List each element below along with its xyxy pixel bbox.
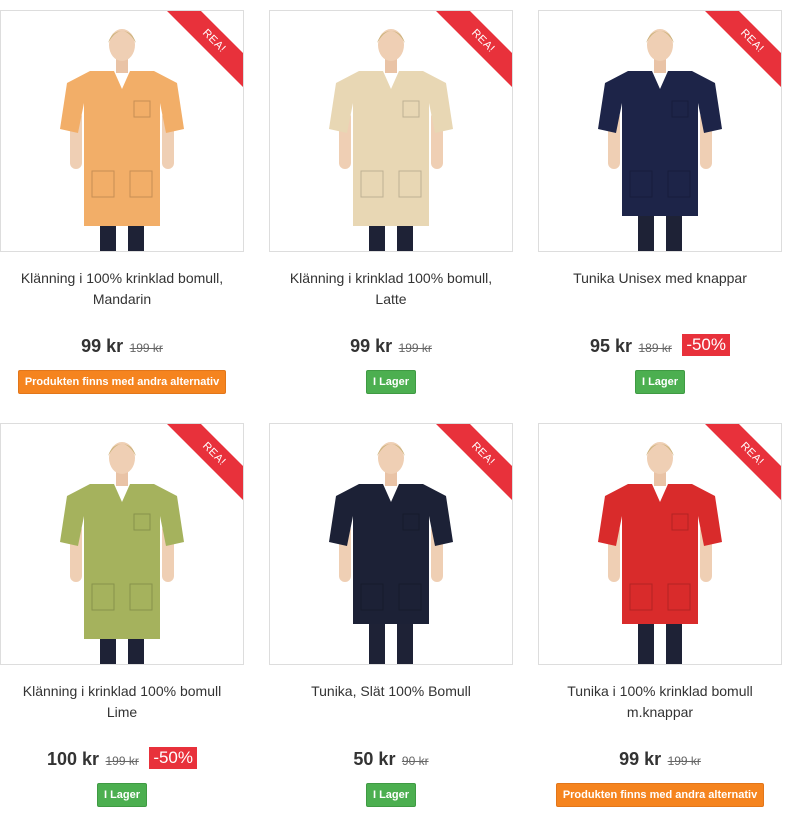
product-title[interactable]: Tunika, Slät 100% Bomull [269, 681, 513, 723]
old-price: 199 kr [129, 341, 163, 355]
current-price: 99 kr [350, 336, 393, 356]
price-row: 100 kr 199 kr -50% [0, 745, 244, 773]
product-image[interactable]: REA! [538, 423, 782, 665]
product-title[interactable]: Tunika Unisex med knappar [538, 268, 782, 310]
in-stock-badge[interactable]: I Lager [96, 783, 148, 807]
old-price: 199 kr [667, 754, 701, 768]
product-card[interactable]: REA! Tunika, Slät 100% Bomull 50 kr 90 k… [269, 423, 513, 807]
current-price: 95 kr [590, 336, 633, 356]
sale-ribbon: REA! [701, 424, 781, 504]
options-badge[interactable]: Produkten finns med andra alternativ [555, 783, 765, 807]
old-price: 90 kr [401, 754, 429, 768]
price-row: 50 kr 90 kr [269, 745, 513, 773]
current-price: 100 kr [46, 749, 100, 769]
price-row: 95 kr 189 kr -50% [538, 332, 782, 360]
sale-ribbon: REA! [163, 424, 243, 504]
product-card[interactable]: REA! Klänning i krinklad 100% bomull, La… [269, 10, 513, 394]
sale-ribbon: REA! [701, 11, 781, 91]
product-title[interactable]: Klänning i krinklad 100% bomull Lime [0, 681, 244, 723]
sale-ribbon: REA! [432, 11, 512, 91]
options-badge[interactable]: Produkten finns med andra alternativ [17, 370, 227, 394]
product-title[interactable]: Klänning i 100% krinklad bomull, Mandari… [0, 268, 244, 310]
product-title[interactable]: Tunika i 100% krinklad bomull m.knappar [538, 681, 782, 723]
price-row: 99 kr 199 kr [0, 332, 244, 360]
product-image[interactable]: REA! [0, 423, 244, 665]
sale-ribbon: REA! [432, 424, 512, 504]
product-image[interactable]: REA! [269, 423, 513, 665]
product-image[interactable]: REA! [538, 10, 782, 252]
in-stock-badge[interactable]: I Lager [365, 370, 417, 394]
old-price: 199 kr [105, 754, 139, 768]
discount-badge: -50% [682, 334, 730, 356]
current-price: 99 kr [619, 749, 662, 769]
in-stock-badge[interactable]: I Lager [365, 783, 417, 807]
discount-badge: -50% [149, 747, 197, 769]
product-card[interactable]: REA! Klänning i krinklad 100% bomull Lim… [0, 423, 244, 807]
product-card[interactable]: REA! Tunika Unisex med knappar 95 kr 189… [538, 10, 782, 394]
in-stock-badge[interactable]: I Lager [634, 370, 686, 394]
product-image[interactable]: REA! [0, 10, 244, 252]
product-title[interactable]: Klänning i krinklad 100% bomull, Latte [269, 268, 513, 310]
price-row: 99 kr 199 kr [538, 745, 782, 773]
current-price: 99 kr [81, 336, 124, 356]
product-card[interactable]: REA! Tunika i 100% krinklad bomull m.kna… [538, 423, 782, 807]
product-image[interactable]: REA! [269, 10, 513, 252]
price-row: 99 kr 199 kr [269, 332, 513, 360]
old-price: 199 kr [398, 341, 432, 355]
current-price: 50 kr [353, 749, 396, 769]
old-price: 189 kr [638, 341, 672, 355]
sale-ribbon: REA! [163, 11, 243, 91]
product-card[interactable]: REA! Klänning i 100% krinklad bomull, Ma… [0, 10, 244, 394]
